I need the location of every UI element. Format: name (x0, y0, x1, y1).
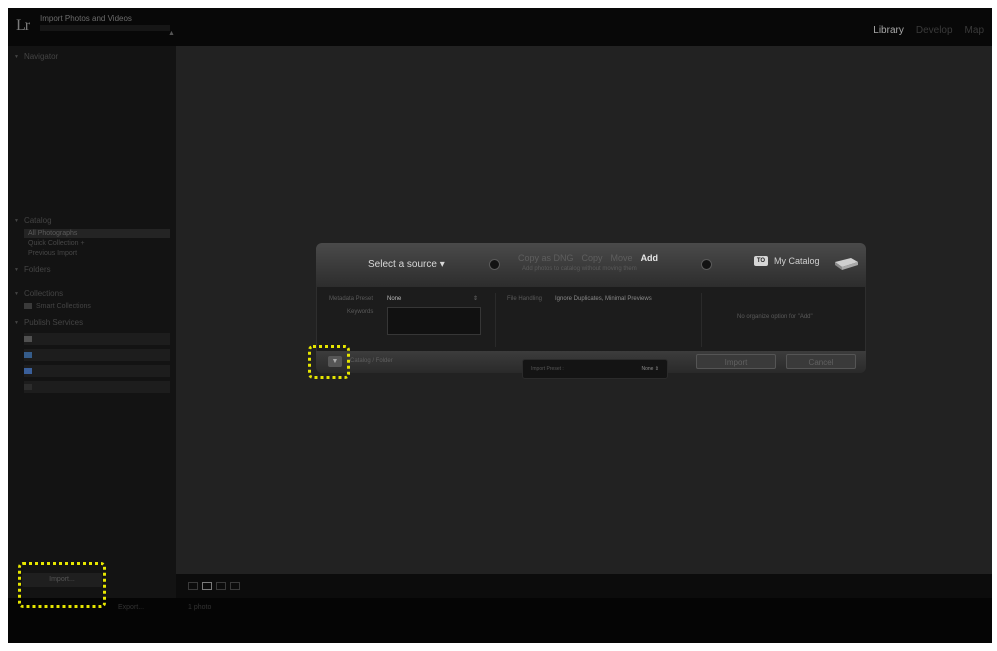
dialog-options-panel: Metadata Preset None ⇕ Keywords File Han… (316, 287, 866, 351)
service-icon (24, 352, 32, 358)
path-text: Catalog / Folder (350, 358, 393, 364)
destination-badge: TO (754, 256, 768, 266)
flickr-icon (24, 384, 32, 390)
catalog-header[interactable]: Catalog (14, 216, 52, 225)
keywords-field[interactable] (387, 307, 481, 335)
import-preset-dropdown[interactable]: Import Preset : None ⇕ (522, 359, 668, 379)
publish-service-row[interactable] (24, 365, 170, 377)
dialog-header: Select a source ▾ Copy as DNG Copy Move … (316, 243, 866, 287)
select-source-button[interactable]: Select a source ▾ (368, 259, 445, 270)
module-library[interactable]: Library (873, 25, 904, 36)
file-handling-value[interactable]: Ignore Duplicates, Minimal Previews (555, 296, 652, 302)
metadata-preset-value[interactable]: None (387, 296, 401, 302)
mode-copy-as-dng[interactable]: Copy as DNG (518, 253, 574, 263)
import-dialog: Select a source ▾ Copy as DNG Copy Move … (316, 243, 866, 379)
highlight-expand-button (308, 345, 350, 379)
import-mode-options: Copy as DNG Copy Move Add (518, 253, 658, 263)
publish-service-row[interactable] (24, 333, 170, 345)
import-dialog-button[interactable]: Import (696, 354, 776, 369)
file-handling-label: File Handling (507, 296, 543, 302)
bottom-bar (8, 598, 992, 643)
hard-drive-icon (24, 336, 32, 342)
progress-placeholder (40, 25, 170, 31)
grid-view-icon[interactable] (188, 582, 198, 590)
mode-copy[interactable]: Copy (582, 253, 603, 263)
highlight-import-button (18, 562, 106, 608)
destination-catalog: My Catalog (774, 256, 820, 266)
survey-view-icon[interactable] (230, 582, 240, 590)
mode-move[interactable]: Move (611, 253, 633, 263)
import-preset-value: None ⇕ (641, 366, 659, 372)
mode-add[interactable]: Add (641, 253, 659, 263)
smart-collections-label: Smart Collections (36, 302, 91, 310)
module-picker: Library Develop Map (873, 25, 984, 36)
lightroom-logo: Lr (16, 17, 30, 34)
import-preset-label: Import Preset : (531, 366, 564, 372)
catalog-item-quick-collection[interactable]: Quick Collection + (24, 239, 170, 248)
keywords-label: Keywords (347, 309, 374, 315)
publish-service-row[interactable] (24, 381, 170, 393)
toolbar (176, 574, 992, 598)
lightroom-app-window: Lr Import Photos and Videos ▲ Library De… (8, 8, 992, 643)
compare-view-icon[interactable] (216, 582, 226, 590)
publish-service-row[interactable] (24, 349, 170, 361)
loupe-view-icon[interactable] (202, 582, 212, 590)
navigator-header[interactable]: Navigator (14, 52, 58, 61)
smart-collection-icon (24, 303, 32, 309)
divider (701, 293, 702, 347)
cancel-button[interactable]: Cancel (786, 354, 856, 369)
catalog-item-previous-import[interactable]: Previous Import (24, 249, 170, 258)
window-title: Import Photos and Videos (40, 14, 132, 23)
left-panel: Navigator Catalog All Photographs Quick … (8, 46, 176, 598)
export-text[interactable]: Export... (118, 604, 144, 611)
metadata-dropdown-icon[interactable]: ⇕ (473, 295, 478, 302)
organize-hint: No organize option for "Add" (737, 314, 813, 320)
facebook-icon (24, 368, 32, 374)
collections-header[interactable]: Collections (14, 289, 63, 298)
catalog-item-all-photographs[interactable]: All Photographs (24, 229, 170, 238)
divider (495, 293, 496, 347)
module-map[interactable]: Map (965, 25, 984, 36)
smart-collections-row[interactable]: Smart Collections (24, 300, 170, 312)
mode-hint: Add photos to catalog without moving the… (522, 266, 637, 272)
dialog-footer: ▼ Catalog / Folder Import Preset : None … (316, 351, 866, 379)
photo-count: 1 photo (188, 604, 212, 611)
source-arrow-icon (489, 259, 500, 270)
hard-drive-icon (835, 258, 858, 270)
folders-header[interactable]: Folders (14, 265, 51, 274)
metadata-preset-label: Metadata Preset (329, 296, 374, 302)
publish-services-header[interactable]: Publish Services (14, 318, 83, 327)
identity-plate-bar: Lr Import Photos and Videos ▲ Library De… (8, 8, 992, 46)
destination-arrow-icon (701, 259, 712, 270)
module-develop[interactable]: Develop (916, 25, 953, 36)
collapse-arrow-icon[interactable]: ▲ (168, 30, 175, 37)
